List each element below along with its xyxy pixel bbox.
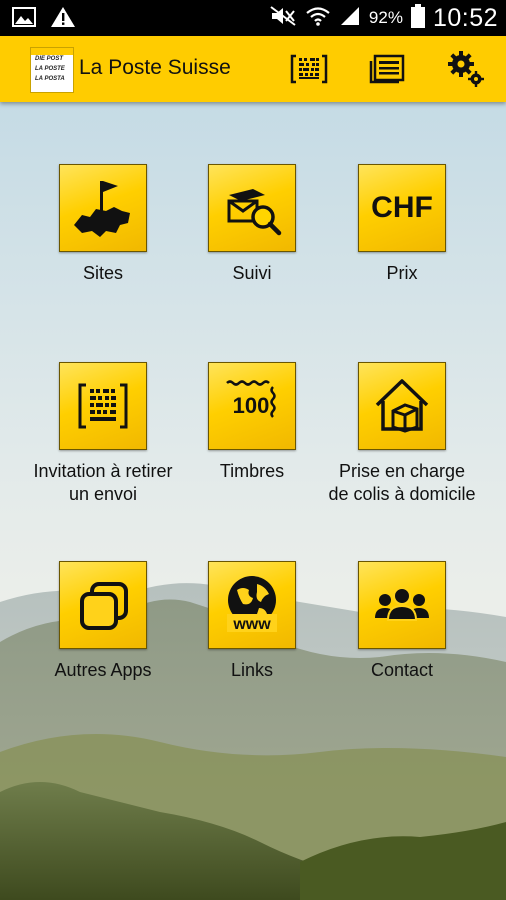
tile-prise-en-charge-button[interactable] <box>358 362 446 450</box>
logo-line-3: LA POSTA <box>35 76 65 82</box>
battery-percent: 92% <box>368 8 403 27</box>
warning-icon <box>50 6 76 33</box>
logo-line-2: LA POSTE <box>35 66 65 72</box>
tile-suivi-button[interactable] <box>208 164 296 252</box>
post-logo: DIE POST LA POSTE LA POSTA <box>30 47 74 93</box>
tile-label: Sites <box>82 263 124 283</box>
tile-links-button[interactable]: www <box>208 561 296 649</box>
tile-prix-button[interactable]: CHF <box>358 164 446 252</box>
settings-icon[interactable] <box>447 50 485 88</box>
stamp-value: 100 <box>233 393 270 418</box>
image-icon <box>12 7 36 32</box>
tile-invitation[interactable]: Invitation à retirer un envoi <box>28 362 178 506</box>
tile-sites[interactable]: Sites <box>28 164 178 285</box>
swiss-map-flag-icon <box>74 181 130 237</box>
tile-prise-en-charge[interactable]: Prise en charge de colis à domicile <box>327 362 477 506</box>
barcode-icon <box>78 383 128 429</box>
tile-links[interactable]: www Links <box>177 561 327 682</box>
tile-invitation-button[interactable] <box>59 362 147 450</box>
wifi-icon <box>305 5 331 32</box>
tile-timbres-button[interactable]: 100 <box>208 362 296 450</box>
tile-label: Autres Apps <box>54 660 152 680</box>
stamp-icon: 100 <box>226 380 276 418</box>
parcel-search-icon <box>227 189 282 236</box>
tile-label: Invitation à retirer un envoi <box>33 461 173 504</box>
tile-label: Suivi <box>232 263 272 283</box>
mute-icon <box>269 5 297 32</box>
globe-www-icon: www <box>227 576 277 633</box>
news-icon[interactable] <box>369 50 407 88</box>
tile-suivi[interactable]: Suivi <box>177 164 327 285</box>
tile-sites-button[interactable] <box>59 164 147 252</box>
tile-label: Links <box>230 660 274 680</box>
tile-autres-apps-button[interactable] <box>59 561 147 649</box>
tile-label: Contact <box>370 660 434 680</box>
tile-label: Timbres <box>219 461 285 481</box>
apps-stack-icon <box>80 582 128 630</box>
clock: 10:52 <box>432 3 498 32</box>
tile-contact-button[interactable] <box>358 561 446 649</box>
tile-timbres[interactable]: 100 Timbres <box>177 362 327 483</box>
people-icon <box>375 587 429 621</box>
tile-label: Prix <box>386 263 418 283</box>
logo-line-1: DIE POST <box>35 56 64 62</box>
house-parcel-icon <box>375 379 429 433</box>
tile-contact[interactable]: Contact <box>327 561 477 682</box>
app-title: La Poste Suisse <box>79 56 231 79</box>
tile-label: Prise en charge de colis à domicile <box>328 461 476 504</box>
battery-icon <box>410 3 425 33</box>
tile-prix[interactable]: CHF Prix <box>327 164 477 285</box>
chf-icon: CHF <box>371 191 433 224</box>
barcode-scan-icon[interactable] <box>290 50 328 88</box>
app-bar: DIE POST LA POSTE LA POSTA La Poste Suis… <box>0 36 506 102</box>
www-label: www <box>232 616 271 633</box>
tile-autres-apps[interactable]: Autres Apps <box>28 561 178 682</box>
signal-icon <box>339 5 361 32</box>
status-bar: 92% 10:52 <box>0 0 506 36</box>
